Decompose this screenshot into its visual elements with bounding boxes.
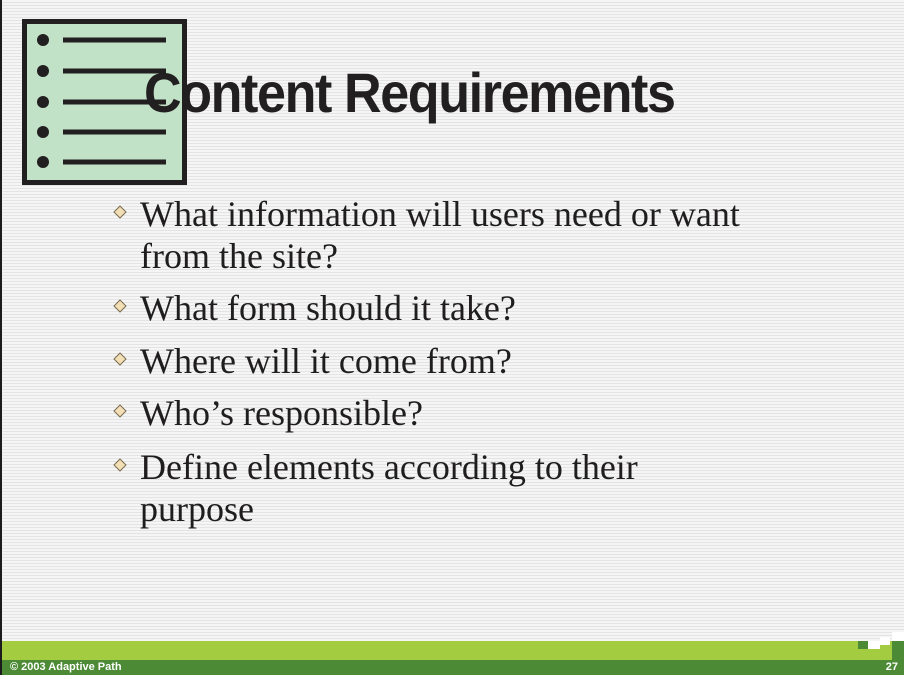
- bullet-text: Define elements according to their purpo…: [140, 447, 638, 529]
- diamond-bullet-icon: [113, 404, 127, 418]
- bullet-text: What form should it take?: [140, 288, 516, 328]
- bullet-text: What information will users need or want…: [140, 194, 740, 276]
- diamond-bullet-icon: [113, 458, 127, 472]
- slide-title: Content Requirements: [144, 61, 676, 124]
- bullet-text: Who’s responsible?: [140, 393, 423, 433]
- pixel-step-decoration: [858, 632, 904, 660]
- page-number: 27: [885, 661, 898, 673]
- diamond-bullet-icon: [113, 299, 127, 313]
- diamond-bullet-icon: [113, 205, 127, 219]
- diamond-bullet-icon: [113, 352, 127, 366]
- copyright-text: © 2003 Adaptive Path: [10, 661, 122, 673]
- slide: Content Requirements What information wi…: [0, 0, 904, 675]
- footer-bar: [2, 660, 904, 675]
- bullet-text: Where will it come from?: [140, 341, 512, 381]
- footer-light-band: [2, 641, 904, 660]
